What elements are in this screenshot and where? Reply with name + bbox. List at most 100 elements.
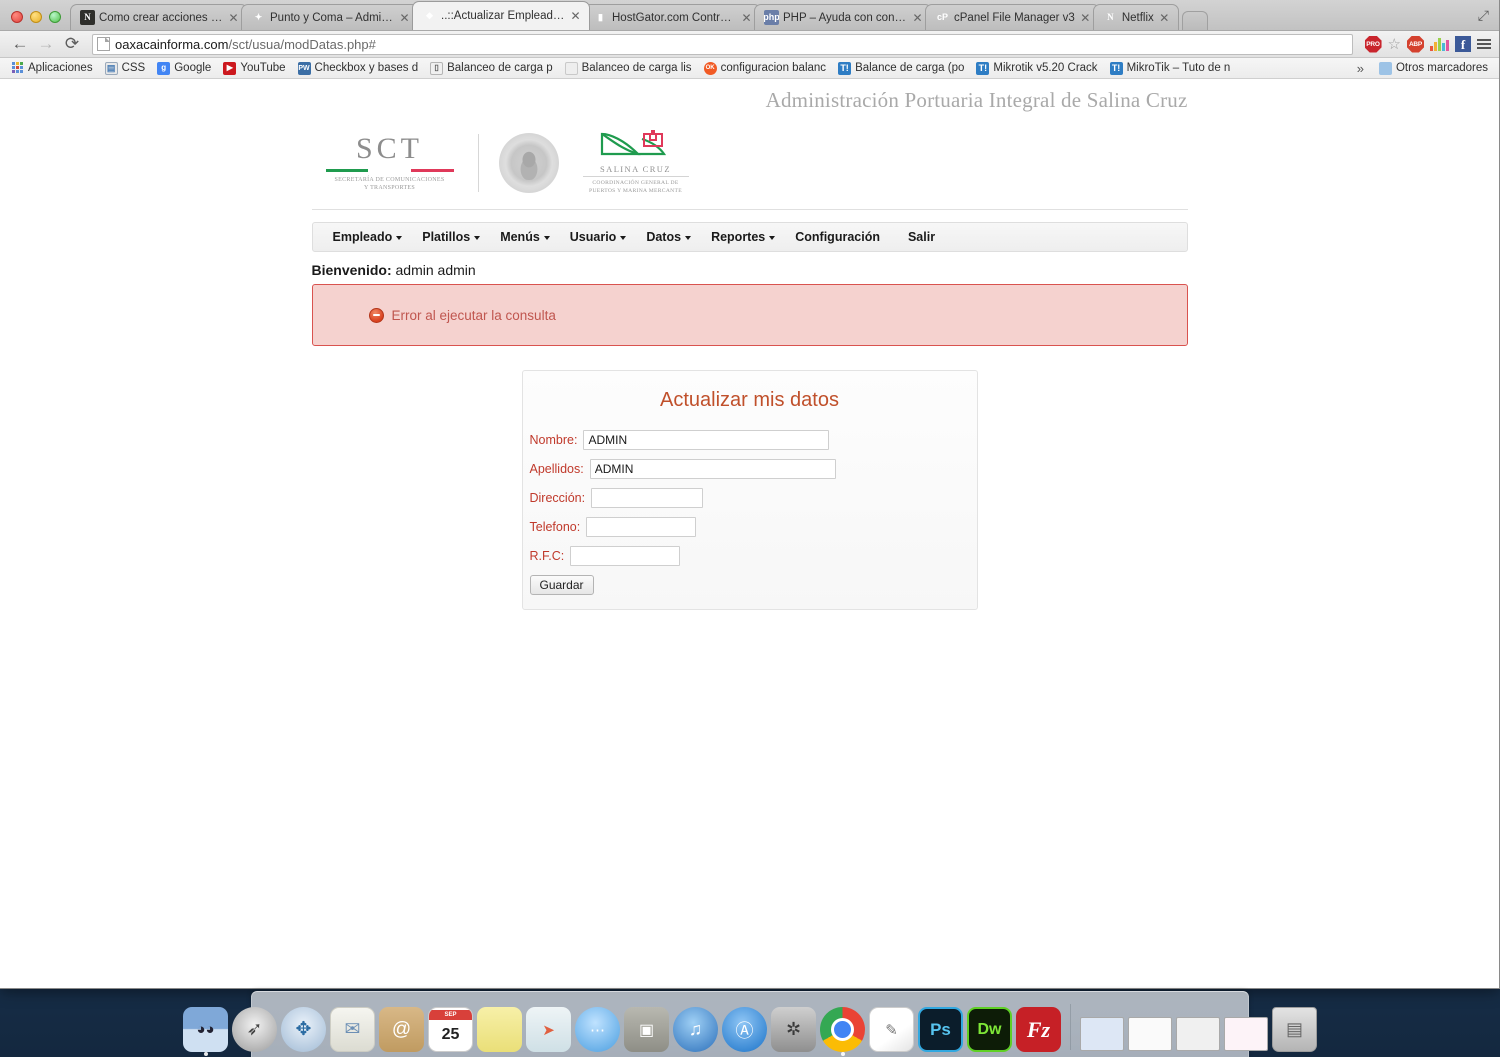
tab-title: Netflix: [1121, 11, 1154, 24]
bookmark-other-folder[interactable]: Otros marcadores: [1374, 61, 1493, 76]
nav-item-configuracion[interactable]: Configuración: [785, 223, 890, 251]
bookmark-css[interactable]: ▤ CSS: [100, 61, 151, 76]
rfc-input[interactable]: [570, 546, 681, 566]
chrome-menu-icon[interactable]: [1477, 39, 1491, 49]
address-bar[interactable]: oaxacainforma.com/sct/usua/modDatas.php#: [92, 33, 1353, 55]
dock-facetime-icon[interactable]: ▣: [624, 1007, 669, 1052]
bookmark-mikrotik-crack[interactable]: T! Mikrotik v5.20 Crack: [971, 61, 1102, 76]
bookmarks-overflow-icon[interactable]: »: [1349, 61, 1372, 76]
nav-item-menus[interactable]: Menús: [490, 223, 560, 251]
adblock-icon[interactable]: ABP: [1407, 35, 1424, 53]
dock-messages-icon[interactable]: ⋯: [575, 1007, 620, 1052]
nombre-input[interactable]: [583, 430, 830, 450]
dock-maps-icon[interactable]: ➤: [526, 1007, 571, 1052]
salina-subtitle-line2: PUERTOS Y MARINA MERCANTE: [589, 188, 682, 194]
nav-item-empleado[interactable]: Empleado: [323, 223, 413, 251]
nav-item-reportes[interactable]: Reportes: [701, 223, 785, 251]
browser-tab-4[interactable]: php PHP – Ayuda con conexión ✕: [754, 4, 932, 30]
nav-item-platillos[interactable]: Platillos: [412, 223, 490, 251]
zoom-window-button[interactable]: [49, 11, 61, 23]
telefono-input[interactable]: [586, 517, 697, 537]
nav-label: Reportes: [711, 230, 766, 244]
direccion-input[interactable]: [591, 488, 704, 508]
dock-google-chrome-icon[interactable]: [820, 1007, 865, 1056]
bookmark-youtube[interactable]: ▶ YouTube: [218, 61, 290, 76]
label-rfc: R.F.C:: [529, 549, 565, 563]
form-row-direccion: Dirección:: [523, 488, 977, 517]
fullscreen-icon[interactable]: ⤢: [1478, 7, 1499, 30]
pro-shield-icon[interactable]: PRO: [1364, 35, 1382, 53]
chevron-down-icon: [620, 236, 627, 240]
cpanel-icon: cP: [936, 12, 948, 22]
tab-close-icon[interactable]: ✕: [1157, 11, 1172, 25]
dock-textedit-icon[interactable]: ✎: [869, 1007, 914, 1052]
tab-close-icon[interactable]: ✕: [568, 9, 583, 23]
bookmark-mikrotik-tuto[interactable]: T! MikroTik – Tuto de n: [1105, 61, 1236, 76]
close-window-button[interactable]: [11, 11, 23, 23]
apps-grid-icon: [11, 61, 24, 75]
browser-tab-1[interactable]: ✦ Punto y Coma – Administra ✕: [241, 4, 419, 30]
browser-tab-3[interactable]: ▮ HostGator.com Control Pan ✕: [583, 4, 761, 30]
browser-tab-5[interactable]: cP cPanel File Manager v3 ✕: [925, 4, 1100, 30]
dock-contacts-icon[interactable]: @: [379, 1007, 424, 1052]
update-data-panel: Actualizar mis datos Nombre: Apellidos: …: [521, 370, 978, 610]
bookmark-label: Aplicaciones: [28, 62, 93, 74]
tab-close-icon[interactable]: ✕: [739, 11, 754, 25]
dock-photoshop-icon[interactable]: Ps: [918, 1007, 963, 1052]
macos-dock: ◕◕ ➶ ✥ ✉ @ SEP 25 ➤ ⋯ ▣ ♫ Ⓐ ✲ ✎ Ps Dw Fz…: [183, 991, 1317, 1057]
tab-close-icon[interactable]: ✕: [1078, 11, 1093, 25]
dock-itunes-icon[interactable]: ♫: [673, 1007, 718, 1052]
dock-filezilla-icon[interactable]: Fz: [1016, 1007, 1061, 1052]
bookmark-configuracion[interactable]: OK configuracion balanc: [699, 61, 832, 76]
facebook-icon[interactable]: f: [1455, 36, 1471, 52]
forward-button[interactable]: →: [34, 33, 58, 55]
minimize-window-button[interactable]: [30, 11, 42, 23]
dock-calendar-icon[interactable]: SEP 25: [428, 1007, 473, 1052]
dock-minimized-window-2[interactable]: [1128, 1017, 1172, 1051]
bookmark-star-icon[interactable]: ☆: [1388, 35, 1401, 53]
dock-minimized-window-4[interactable]: [1224, 1017, 1268, 1051]
dock-minimized-window-3[interactable]: [1176, 1017, 1220, 1051]
nav-label: Empleado: [332, 230, 393, 244]
new-tab-button[interactable]: [1181, 11, 1208, 30]
dock-app-store-icon[interactable]: Ⓐ: [722, 1007, 767, 1052]
label-apellidos: Apellidos:: [529, 462, 584, 476]
tab-close-icon[interactable]: ✕: [910, 11, 925, 25]
bookmark-balanceo-1[interactable]: ▯ Balanceo de carga p: [425, 61, 558, 76]
tab-list: N Como crear acciones con P ✕ ✦ Punto y …: [70, 1, 1478, 30]
browser-tab-6[interactable]: N Netflix ✕: [1092, 4, 1179, 30]
nav-item-datos[interactable]: Datos: [636, 223, 701, 251]
nav-item-usuario[interactable]: Usuario: [560, 223, 637, 251]
browser-tab-2-active[interactable]: ❖ ..::Actualizar Empleado::.. ✕: [412, 1, 590, 30]
dock-mail-icon[interactable]: ✉: [330, 1007, 375, 1052]
bookmark-google[interactable]: g Google: [152, 61, 216, 76]
reload-button[interactable]: ⟳: [60, 33, 84, 55]
chevron-down-icon: [474, 236, 481, 240]
bookmark-balance-carga[interactable]: T! Balance de carga (po: [833, 61, 969, 76]
dock-notes-icon[interactable]: [477, 1007, 522, 1052]
dock-dreamweaver-icon[interactable]: Dw: [967, 1007, 1012, 1052]
tab-close-icon[interactable]: ✕: [226, 11, 241, 25]
bookmark-checkbox[interactable]: PW Checkbox y bases d: [293, 61, 424, 76]
bookmark-balanceo-2[interactable]: Balanceo de carga lis: [560, 61, 697, 76]
tab-close-icon[interactable]: ✕: [397, 11, 412, 25]
bookmark-aplicaciones[interactable]: Aplicaciones: [6, 61, 98, 76]
form-row-telefono: Telefono:: [523, 517, 977, 546]
dock-finder-icon[interactable]: ◕◕: [183, 1007, 228, 1056]
apellidos-input[interactable]: [589, 459, 836, 479]
nav-label: Configuración: [795, 230, 880, 244]
colorbars-icon[interactable]: [1430, 37, 1449, 51]
dock-launchpad-icon[interactable]: ➶: [232, 1007, 277, 1052]
bookmark-label: Balanceo de carga lis: [581, 62, 692, 74]
tab-title: PHP – Ayuda con conexión: [783, 11, 907, 24]
nav-item-salir[interactable]: Salir: [898, 223, 945, 251]
page-title: Administración Portuaria Integral de Sal…: [765, 88, 1188, 112]
chevron-down-icon: [685, 236, 692, 240]
dock-minimized-window-1[interactable]: [1080, 1017, 1124, 1051]
back-button[interactable]: ←: [8, 33, 32, 55]
guardar-button[interactable]: Guardar: [529, 575, 594, 595]
dock-system-preferences-icon[interactable]: ✲: [771, 1007, 816, 1052]
dock-safari-icon[interactable]: ✥: [281, 1007, 326, 1052]
browser-tab-0[interactable]: N Como crear acciones con P ✕: [70, 4, 248, 30]
dock-trash-icon[interactable]: ▤: [1272, 1007, 1317, 1052]
